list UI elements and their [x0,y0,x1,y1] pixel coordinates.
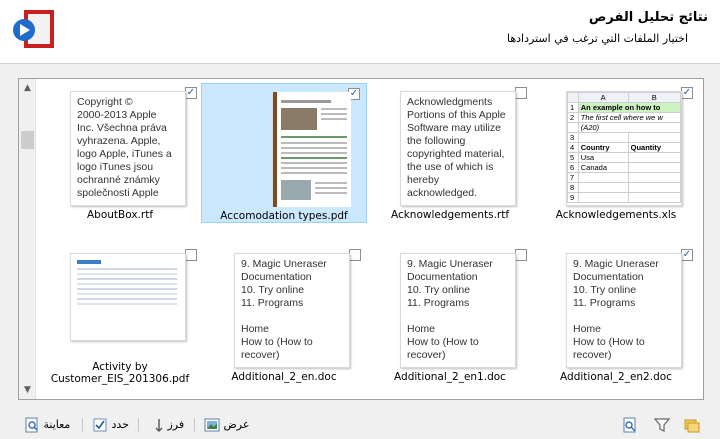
view-button[interactable]: عرض [204,417,249,433]
vertical-scrollbar[interactable]: ▲ ▼ [19,79,36,399]
file-thumbnail: Copyright © 2000-2013 Apple Inc. Všechna… [70,91,186,206]
header: نتائج تحليل الفرص اختيار الملفات التي تر… [0,0,720,64]
select-label: حدد [111,418,129,431]
file-checkbox[interactable]: ✓ [681,249,693,261]
sort-az-icon: AZ [148,419,163,432]
file-name: AboutBox.rtf [86,209,154,221]
file-item[interactable]: ✓ AB 1 An example on how to 2 The first ce… [533,83,699,223]
pdf-page-graphic [273,92,347,207]
toolbar-separator [82,418,83,432]
file-checkbox[interactable] [185,249,197,261]
file-item[interactable]: 9. Magic Uneraser Documentation 10. Try … [201,245,367,385]
file-checkbox[interactable] [515,87,527,99]
file-thumbnail: 9. Magic Uneraser Documentation 10. Try … [400,253,516,368]
xls-preview-table: AB 1 An example on how to 2 The first cell… [567,92,681,203]
view-label: عرض [223,418,250,431]
search-file-icon[interactable] [622,417,638,433]
scroll-down-arrow-icon[interactable]: ▼ [19,383,36,397]
sort-label: فرز [167,418,185,431]
file-checkbox[interactable] [349,249,361,261]
file-name: Additional_2_en2.doc [560,371,672,383]
file-checkbox[interactable]: ✓ [185,87,197,99]
page-title: نتائج تحليل الفرص [588,10,708,25]
svg-text:A: A [148,419,149,426]
file-thumbnail [70,253,186,341]
scroll-thumb[interactable] [21,131,34,149]
preview-label: معاينة [43,418,71,431]
file-item[interactable]: ✓ Copyright © 2000-2013 Apple Inc. Všech… [37,83,203,223]
toolbar-separator [194,418,195,432]
file-item[interactable]: Acknowledgments Portions of this Apple S… [367,83,533,223]
sort-button[interactable]: فرز AZ [148,417,184,433]
file-thumbnail: AB 1 An example on how to 2 The first cell… [566,91,682,206]
file-name: Acknowledgements.rtf [390,209,510,221]
file-name: Accomodation types.pdf [220,210,348,222]
file-checkbox[interactable] [515,249,527,261]
checkbox-icon [93,418,107,432]
scroll-up-arrow-icon[interactable]: ▲ [19,81,36,95]
file-grid-panel: ▲ ▼ ✓ Copyright © 2000-2013 Apple Inc. V… [18,78,704,400]
page-subtitle: اختيار الملفات التي ترغب في استردادها [507,32,688,45]
select-button[interactable]: حدد [92,417,129,433]
file-item[interactable]: ✓ 9. Magic Uneraser Documentation 10. Tr… [533,245,699,385]
thumbnail-text: 9. Magic Uneraser Documentation 10. Try … [241,258,327,361]
file-name: Additional_2_en1.doc [394,371,506,383]
folders-icon[interactable] [684,417,700,433]
file-name: Additional_2_en.doc [231,371,337,383]
thumbnail-text: Acknowledgments Portions of this Apple S… [407,96,506,199]
preview-button[interactable]: معاينة [24,417,70,433]
file-thumbnail: Acknowledgments Portions of this Apple S… [400,91,516,206]
bottom-toolbar: معاينة حدد فرز AZ عرض [0,408,720,439]
file-name: Activity by Customer_EIS_201306.pdf [50,361,190,385]
filter-icon[interactable] [654,417,670,433]
file-item[interactable]: 9. Magic Uneraser Documentation 10. Try … [367,245,533,385]
preview-icon [25,417,38,433]
file-name: Acknowledgements.xls [555,209,677,221]
app-logo-icon [13,10,54,48]
toolbar-separator [138,418,139,432]
pdf-page-preview [272,92,351,207]
file-checkbox[interactable]: ✓ [681,87,693,99]
file-thumbnail: 9. Magic Uneraser Documentation 10. Try … [234,253,350,368]
view-thumbnails-icon [204,418,220,432]
thumbnail-text: 9. Magic Uneraser Documentation 10. Try … [407,258,493,361]
thumbnail-text: Copyright © 2000-2013 Apple Inc. Všechna… [77,96,172,199]
pdf-report-graphic [77,260,177,305]
file-item[interactable]: Activity by Customer_EIS_201306.pdf [37,245,203,385]
file-thumbnail [235,92,351,207]
file-thumbnail: 9. Magic Uneraser Documentation 10. Try … [566,253,682,368]
file-item-selected[interactable]: ✓ Accomodation types.pdf [201,83,367,223]
thumbnail-text: 9. Magic Uneraser Documentation 10. Try … [573,258,659,361]
